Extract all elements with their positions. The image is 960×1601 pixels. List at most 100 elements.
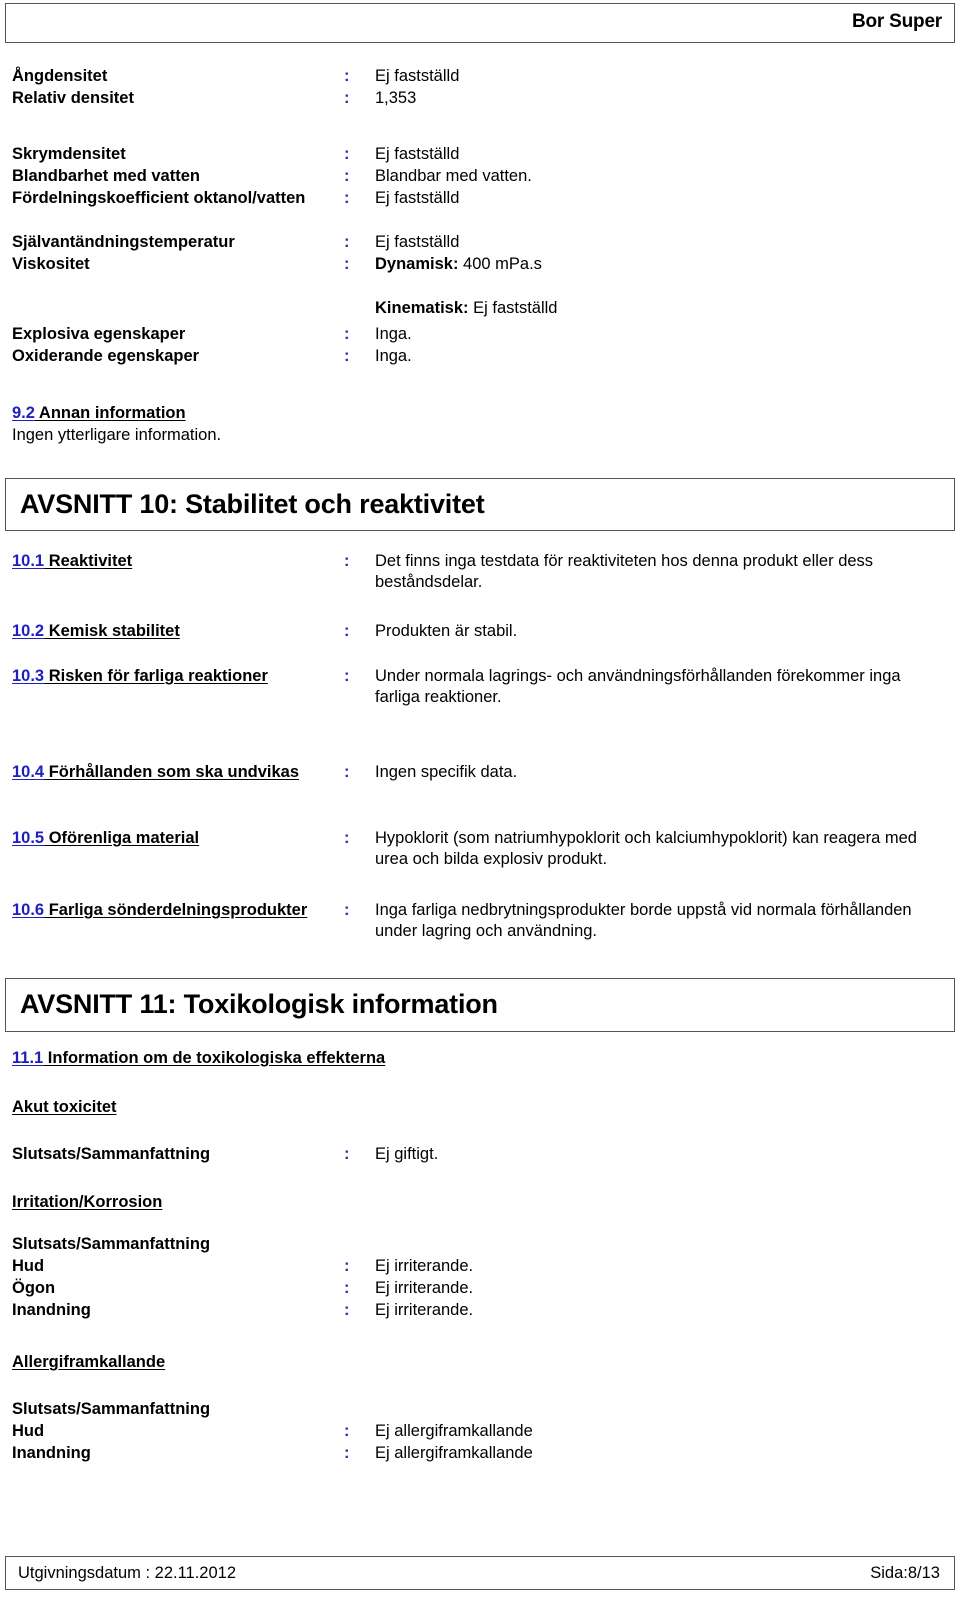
property-label: Relativ densitet: [12, 89, 134, 107]
row-label: Hud: [12, 1257, 45, 1275]
page-footer-box: Utgivningsdatum : 22.11.2012 Sida:8/13: [5, 1556, 955, 1590]
subsection-title: Risken för farliga reaktioner: [44, 667, 268, 685]
subsection-number: 10.1: [12, 552, 45, 570]
section-heading-box-10: AVSNITT 10: Stabilitet och reaktivitet: [5, 478, 955, 531]
subsection-title: Kemisk stabilitet: [44, 622, 180, 640]
summary-label: Slutsats/Sammanfattning: [12, 1235, 211, 1253]
property-colon: :: [344, 145, 350, 163]
row-value: Ej irriterande.: [375, 1301, 474, 1319]
property-colon: :: [344, 189, 350, 207]
row-value: Ej allergiframkallande: [375, 1422, 533, 1440]
group-heading-akut-toxicitet: Akut toxicitet: [12, 1098, 117, 1116]
row-value: Ej allergiframkallande: [375, 1444, 533, 1462]
property-label: Explosiva egenskaper: [12, 325, 186, 343]
property-colon: :: [344, 255, 350, 273]
row-label: Inandning: [12, 1444, 91, 1462]
row-colon: :: [344, 1279, 350, 1297]
subsection-title: Reaktivitet: [44, 552, 133, 570]
property-value: 1,353: [375, 89, 417, 107]
subsection-title: Information om de toxikologiska effekter…: [43, 1049, 386, 1067]
section-heading-11: AVSNITT 11: Toxikologisk information: [20, 988, 498, 1019]
page-header-box: Bor Super: [5, 3, 955, 43]
subsection-title: Oförenliga material: [44, 829, 200, 847]
subsection-value: Hypoklorit (som natriumhypoklorit och ka…: [375, 829, 922, 868]
summary-label: Slutsats/Sammanfattning: [12, 1400, 211, 1418]
row-label: Hud: [12, 1422, 45, 1440]
subsection-title: Farliga sönderdelningsprodukter: [44, 901, 308, 919]
property-value: Ej fastställd: [375, 67, 460, 85]
subsection-value: Det finns inga testdata för reaktivitete…: [375, 552, 878, 591]
row-label: Ögon: [12, 1279, 56, 1297]
property-value: Inga.: [375, 347, 412, 365]
subsection-value: Ingen specifik data.: [375, 763, 518, 781]
subsection-number: 10.3: [12, 667, 45, 685]
row-colon: :: [344, 1444, 350, 1462]
subsection-number: 10.2: [12, 622, 45, 640]
property-label: Oxiderande egenskaper: [12, 347, 200, 365]
subsection-colon: :: [344, 901, 350, 919]
viscosity-kinematic-label: Kinematisk:: [375, 299, 469, 317]
property-value: Ej fastställd: [375, 145, 460, 163]
subsection-number: 10.5: [12, 829, 45, 847]
subsection-number: 10.4: [12, 763, 45, 781]
subsection-colon: :: [344, 622, 350, 640]
viscosity-dynamic-value: 400 mPa.s: [458, 255, 542, 273]
property-value: Kinematisk: Ej fastställd: [375, 298, 945, 319]
subsection-number: 9.2: [12, 404, 35, 422]
property-colon: :: [344, 233, 350, 251]
property-value: Dynamisk: 400 mPa.s: [375, 254, 945, 275]
section-heading-10: AVSNITT 10: Stabilitet och reaktivitet: [20, 488, 485, 519]
subsection-value: Produkten är stabil.: [375, 622, 518, 640]
property-label: Blandbarhet med vatten: [12, 167, 200, 185]
subsection-value: Inga farliga nedbrytningsprodukter borde…: [375, 901, 917, 940]
summary-label: Slutsats/Sammanfattning: [12, 1145, 211, 1163]
summary-value: Ej giftigt.: [375, 1145, 439, 1163]
subsection-heading-10-6: 10.6 Farliga sönderdelningsprodukter: [12, 900, 332, 921]
property-value: Inga.: [375, 325, 412, 343]
subsection-value: Under normala lagrings- och användningsf…: [375, 667, 906, 706]
property-label: Viskositet: [12, 255, 90, 273]
row-colon: :: [344, 1301, 350, 1319]
summary-colon: :: [344, 1145, 350, 1163]
row-colon: :: [344, 1422, 350, 1440]
section-heading-box-11: AVSNITT 11: Toxikologisk information: [5, 978, 955, 1032]
property-label: Ångdensitet: [12, 67, 108, 85]
property-value: Ej fastställd: [375, 189, 460, 207]
product-title: Bor Super: [851, 11, 942, 32]
row-label: Inandning: [12, 1301, 91, 1319]
subsection-title: Annan information: [34, 404, 186, 422]
property-label: Fördelningskoefficient oktanol/vatten: [12, 189, 306, 207]
property-colon: :: [344, 89, 350, 107]
subsection-title: Förhållanden som ska undvikas: [44, 763, 300, 781]
subsection-heading-10-2: 10.2 Kemisk stabilitet: [12, 621, 180, 642]
viscosity-dynamic-label: Dynamisk:: [375, 255, 459, 273]
subsection-body-text: Ingen ytterligare information.: [12, 426, 222, 444]
row-value: Ej irriterande.: [375, 1279, 474, 1297]
property-label: Skrymdensitet: [12, 145, 126, 163]
property-label: Självantändningstemperatur: [12, 233, 235, 251]
property-value: Ej fastställd: [375, 233, 460, 251]
subsection-heading-10-3: 10.3 Risken för farliga reaktioner: [12, 666, 332, 687]
property-value: Blandbar med vatten.: [375, 167, 532, 185]
subsection-colon: :: [344, 763, 350, 781]
property-colon: :: [344, 325, 350, 343]
property-colon: :: [344, 167, 350, 185]
subsection-colon: :: [344, 829, 350, 847]
subsection-heading-10-1: 10.1 Reaktivitet: [12, 551, 132, 572]
property-colon: :: [344, 67, 350, 85]
group-heading-allergiframkallande: Allergiframkallande: [12, 1353, 166, 1371]
viscosity-kinematic-value: Ej fastställd: [468, 299, 558, 317]
subsection-number: 11.1: [12, 1049, 44, 1067]
footer-issue-date: Utgivningsdatum : 22.11.2012: [18, 1564, 237, 1582]
subsection-number: 10.6: [12, 901, 45, 919]
subsection-heading-11-1: 11.1 Information om de toxikologiska eff…: [12, 1048, 385, 1069]
subsection-heading-9-2: 9.2 Annan information: [12, 403, 186, 424]
subsection-heading-10-5: 10.5 Oförenliga material: [12, 828, 199, 849]
document-page: Bor Super Ångdensitet : Ej fastställd Re…: [0, 0, 960, 1601]
subsection-colon: :: [344, 552, 350, 570]
group-heading-irritation-korrosion: Irritation/Korrosion: [12, 1193, 163, 1211]
subsection-colon: :: [344, 667, 350, 685]
row-value: Ej irriterande.: [375, 1257, 474, 1275]
row-colon: :: [344, 1257, 350, 1275]
footer-page-number: Sida:8/13: [870, 1564, 940, 1582]
